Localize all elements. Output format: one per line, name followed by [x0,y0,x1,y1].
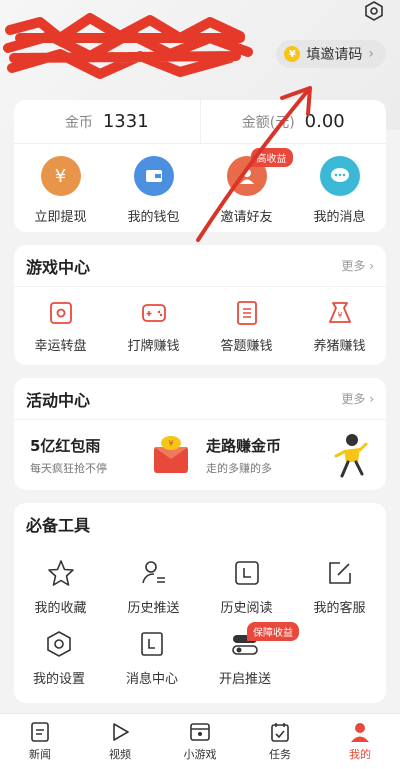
tool-push-history[interactable]: 历史推送 [112,559,196,616]
tool-favorites-label: 我的收藏 [34,601,87,616]
tab-news[interactable]: 新闻 [5,721,75,762]
quick-withdraw-label: 立即提现 [34,210,87,225]
tools-title: 必备工具 [26,516,91,535]
tool-enable-push-label: 开启推送 [218,672,271,687]
tool-customer-service-label: 我的客服 [313,601,366,616]
quiz-icon [233,299,261,327]
activity-red-envelope-title: 5亿红包雨 [30,436,101,455]
amount-value: 0.00 [304,111,345,132]
tools-card: 必备工具 我的收藏 历史推送 历史阅读 我的客服 我的设置 消息中心 保障收益 [14,503,386,703]
tool-push-history-label: 历史推送 [127,601,180,616]
quick-invite[interactable]: 高收益 邀请好友 [207,148,293,225]
tool-settings-label: 我的设置 [32,672,85,687]
quick-wallet[interactable]: 我的钱包 [114,156,194,225]
svg-text:¥: ¥ [337,311,342,320]
activity-walking-title: 走路赚金币 [206,436,282,455]
wheel-icon [47,299,75,327]
edit-icon [328,562,351,584]
tool-favorites[interactable]: 我的收藏 [19,559,103,616]
game-center-more-link[interactable]: 更多 › [341,257,374,274]
high-income-badge: 高收益 [250,148,293,167]
tool-enable-push[interactable]: 保障收益 开启推送 [203,622,299,687]
quick-messages[interactable]: 我的消息 [300,156,380,225]
pig-bag-icon: ¥ [326,299,354,327]
invite-code-label: 填邀请码 [306,47,363,63]
chevron-right-icon: › [368,46,374,62]
tool-customer-service[interactable]: 我的客服 [298,559,382,616]
coins-cell[interactable]: 金币 1331 [14,100,200,143]
activity-red-envelope-sub: 每天疯狂抢不停 [30,461,107,475]
game-lucky-wheel-label: 幸运转盘 [34,339,87,354]
quick-withdraw[interactable]: ¥ 立即提现 [21,156,101,225]
tab-news-label: 新闻 [29,748,51,761]
user-list-icon [141,561,165,584]
activity-center-card: 活动中心 更多 › 5亿红包雨 每天疯狂抢不停 ¥ 走路赚金币 走的多赚的多 [14,378,386,490]
tab-mini-games[interactable]: 小游戏 [165,721,235,762]
tab-mini-games-label: 小游戏 [183,748,217,761]
game-center-title: 游戏中心 [26,257,91,277]
activity-walking-sub: 走的多赚的多 [206,461,272,475]
svg-text:¥: ¥ [168,439,173,448]
bottom-tab-bar: 新闻 视频 小游戏 任务 我的 [0,713,400,769]
yen-icon: ¥ [40,156,81,196]
settings-gear-icon [365,1,383,21]
star-icon [47,560,74,586]
history-icon [234,561,259,585]
tool-reading-history[interactable]: 历史阅读 [205,559,289,616]
coin-icon: ¥ [284,46,301,62]
tab-video[interactable]: 视频 [85,721,155,762]
invite-code-button[interactable]: ¥ 填邀请码 › [276,40,386,68]
red-envelope-icon: ¥ [154,436,188,473]
game-quiz-label: 答题赚钱 [220,339,273,354]
coins-label: 金币 [64,114,93,131]
game-pig-label: 养猪赚钱 [313,339,366,354]
game-pig[interactable]: ¥ 养猪赚钱 [298,299,382,354]
wallet-icon [133,156,174,196]
play-icon [113,723,129,741]
amount-cell[interactable]: 金额(元) 0.00 [199,100,387,143]
game-center-card: 游戏中心 更多 › 幸运转盘 打牌赚钱 答题赚钱 ¥ 养猪赚钱 [14,245,386,365]
chat-icon [319,156,360,196]
message-box-icon [141,632,163,656]
guarantee-income-badge: 保障收益 [247,622,299,641]
game-lucky-wheel[interactable]: 幸运转盘 [19,299,103,354]
activity-center-title: 活动中心 [26,390,91,410]
gamepad-icon [140,299,168,327]
game-cards-label: 打牌赚钱 [127,339,180,354]
game-cards[interactable]: 打牌赚钱 [112,299,196,354]
settings-button[interactable] [362,0,386,22]
activity-more-link[interactable]: 更多 › [341,390,374,407]
wallet-card: 金币 1331 金额(元) 0.00 ¥ 立即提现 我的钱包 高收益 邀请好友 [14,100,386,232]
coins-value: 1331 [102,111,149,132]
news-icon [31,722,49,742]
tab-profile-label: 我的 [349,748,371,761]
redacted-username-scribble [3,13,253,79]
tab-tasks-label: 任务 [269,748,291,761]
tab-video-label: 视频 [109,748,131,761]
mini-game-icon [190,723,210,741]
amount-label: 金额(元) [241,114,295,131]
tool-reading-history-label: 历史阅读 [220,601,273,616]
tool-message-center-label: 消息中心 [125,672,178,687]
walking-person-icon [334,434,368,478]
tab-tasks[interactable]: 任务 [245,721,315,762]
tool-message-center[interactable]: 消息中心 [110,630,194,687]
quick-messages-label: 我的消息 [313,210,366,225]
balance-row: 金币 1331 金额(元) 0.00 [14,100,386,144]
activity-walking[interactable]: 走路赚金币 走的多赚的多 [200,432,376,478]
quick-invite-label: 邀请好友 [220,210,273,225]
hexagon-settings-icon [47,631,71,657]
quick-wallet-label: 我的钱包 [127,210,180,225]
task-icon [271,723,289,742]
activity-red-envelope[interactable]: 5亿红包雨 每天疯狂抢不停 ¥ [24,432,200,478]
tool-settings[interactable]: 我的设置 [17,630,101,687]
profile-icon [351,723,369,742]
game-quiz[interactable]: 答题赚钱 [205,299,289,354]
tab-profile[interactable]: 我的 [325,721,395,762]
